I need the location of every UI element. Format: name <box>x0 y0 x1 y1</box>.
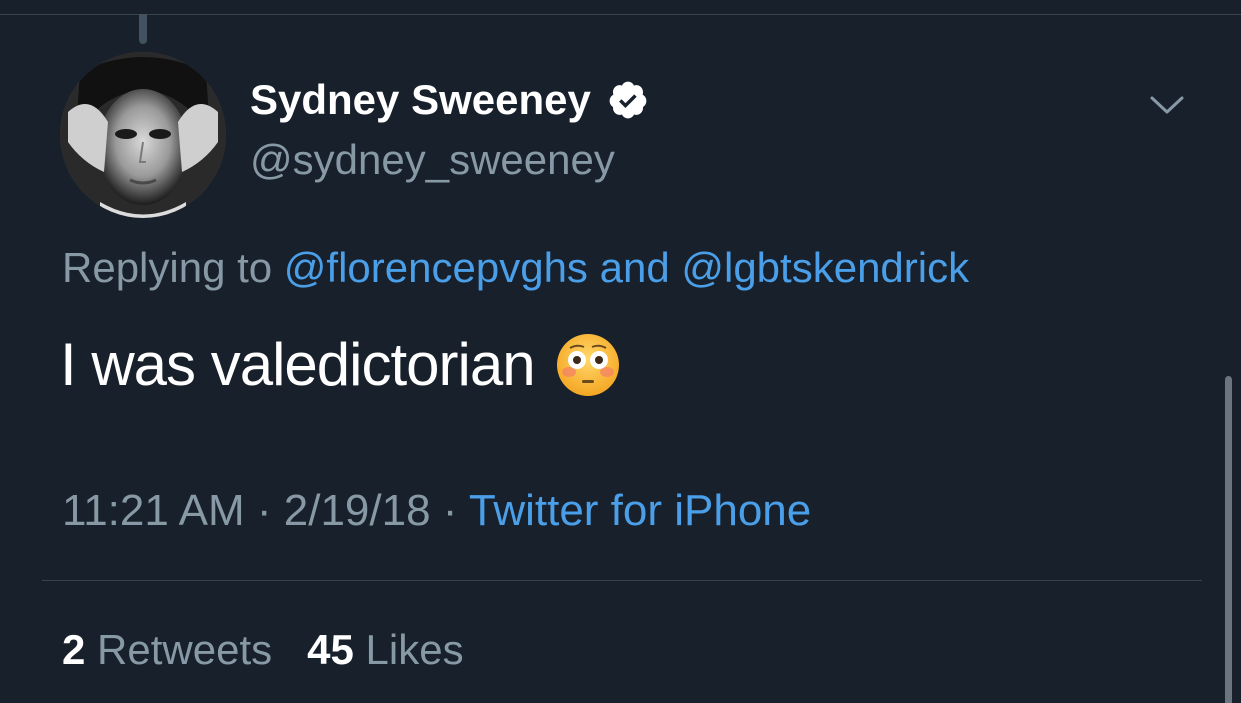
scrollbar[interactable] <box>1225 376 1232 703</box>
tweet-source-link[interactable]: Twitter for iPhone <box>469 486 811 535</box>
retweets-label[interactable]: Retweets <box>97 626 272 673</box>
avatar[interactable] <box>60 52 226 218</box>
tweet-body: I was valedictorian <box>60 331 536 398</box>
tweet-time: 11:21 AM <box>62 486 245 535</box>
likes-stat[interactable]: 45 Likes <box>307 626 463 673</box>
verified-badge-icon <box>607 79 649 121</box>
likes-label[interactable]: Likes <box>366 626 464 673</box>
user-handle[interactable]: @sydney_sweeney <box>250 136 615 184</box>
likes-count[interactable]: 45 <box>307 626 354 673</box>
tweet-detail-screen: Sydney Sweeney @sydney_sweeney Replying … <box>0 0 1241 703</box>
replying-to-label: Replying to <box>62 244 284 291</box>
tweet-date: 2/19/18 <box>283 486 431 535</box>
thread-connector-line <box>139 14 147 44</box>
display-name[interactable]: Sydney Sweeney <box>250 76 649 124</box>
engagement-stats: 2 Retweets 45 Likes <box>62 626 464 674</box>
chevron-down-icon[interactable] <box>1146 90 1188 120</box>
meta-separator: · <box>430 486 469 535</box>
reply-mention-lgbtskendrick[interactable]: @lgbtskendrick <box>681 244 969 291</box>
display-name-text[interactable]: Sydney Sweeney <box>250 76 591 124</box>
stats-divider <box>42 580 1202 581</box>
flushed-face-emoji-icon <box>555 332 621 398</box>
retweets-count[interactable]: 2 <box>62 626 85 673</box>
replying-to-line: Replying to @florencepvghs and @lgbtsken… <box>62 244 969 292</box>
tweet-text: I was valedictorian <box>60 330 621 399</box>
reply-mention-florencepvghs[interactable]: @florencepvghs <box>284 244 588 291</box>
reply-and-text[interactable]: and <box>588 244 681 291</box>
tweet-meta: 11:21 AM · 2/19/18 · Twitter for iPhone <box>62 486 811 536</box>
meta-separator: · <box>244 486 284 535</box>
retweets-stat[interactable]: 2 Retweets <box>62 626 272 673</box>
top-divider <box>0 14 1241 15</box>
